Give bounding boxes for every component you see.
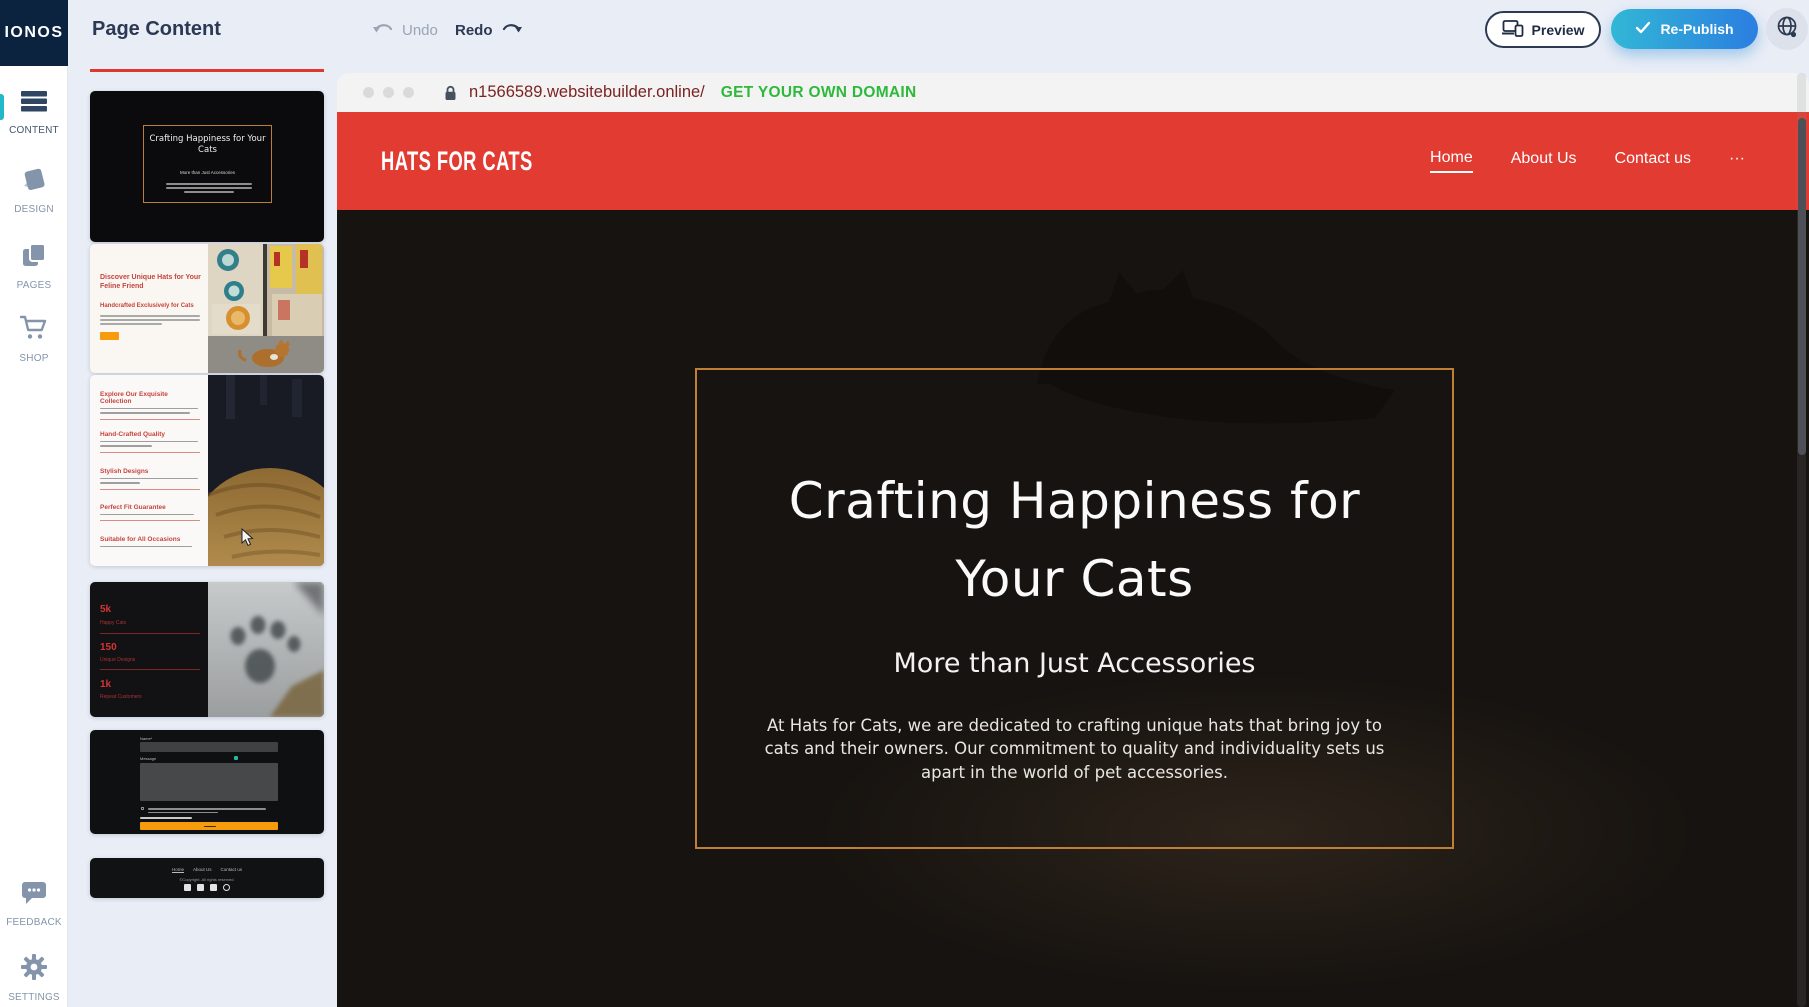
sidebar-item-design[interactable]: DESIGN [0, 165, 68, 215]
app-screen: IONOS CONTENT DESIGN PAGES SHOP [0, 0, 1809, 1007]
thumb-form-checkbox [141, 807, 144, 810]
website-preview: HATS FOR CATS Home About Us Contact us ·… [337, 112, 1809, 1007]
thumb-form-message-label: Message [140, 756, 156, 761]
section-thumbnail-stats[interactable]: 5k Happy Cats 150 Unique Designs 1k Repe… [90, 582, 324, 717]
scrollbar-thumb[interactable] [1798, 118, 1806, 455]
thumb-footer-copyright: ©Copyright. All rights reserved. [90, 877, 324, 882]
thumb-features-heading: Discover Unique Hats for Your Feline Fri… [100, 274, 202, 291]
undo-label: Undo [402, 22, 438, 39]
undo-button[interactable]: Undo [372, 0, 438, 60]
app-sidebar: IONOS CONTENT DESIGN PAGES SHOP [0, 0, 68, 1007]
thumb-footer-link: About Us [193, 867, 212, 872]
sidebar-item-label: CONTENT [9, 125, 59, 136]
sidebar-item-pages[interactable]: PAGES [0, 241, 68, 291]
site-brand[interactable]: HATS FOR CATS [381, 145, 533, 176]
ionos-logo[interactable]: IONOS [0, 0, 68, 66]
sidebar-item-feedback[interactable]: FEEDBACK [0, 878, 68, 928]
get-domain-link[interactable]: GET YOUR OWN DOMAIN [721, 84, 917, 102]
republish-label: Re-Publish [1660, 21, 1733, 37]
lock-icon [444, 85, 457, 101]
thumb-hero-title: Crafting Happiness for Your Cats [144, 134, 271, 156]
thumb-footer-link: Contact us [221, 867, 243, 872]
undo-icon [372, 20, 394, 41]
sidebar-item-settings[interactable]: SETTINGS [0, 953, 68, 1003]
gear-icon [20, 953, 48, 986]
panel-tab-indicator [90, 69, 324, 72]
thumb-list-heading: Perfect Fit Guarantee [100, 504, 200, 511]
thumb-features-button [100, 332, 119, 340]
globe-icon [1775, 15, 1799, 44]
hero-subtitle: More than Just Accessories [697, 648, 1452, 679]
section-thumbnail-hero[interactable]: Crafting Happiness for Your Cats More th… [90, 91, 324, 242]
thumb-form-send-button [140, 822, 278, 830]
stat-label: Happy Cats [100, 620, 126, 626]
section-thumbnail-footer[interactable]: Home About Us Contact us ©Copyright. All… [90, 858, 324, 898]
sidebar-item-content[interactable]: CONTENT [0, 88, 68, 136]
section-thumbnail-features[interactable]: Discover Unique Hats for Your Feline Fri… [90, 244, 324, 373]
paw-print-photo [208, 582, 324, 717]
site-header: HATS FOR CATS Home About Us Contact us ·… [337, 112, 1809, 210]
hero-editable-section[interactable]: Crafting Happiness for Your Cats More th… [695, 368, 1454, 849]
sidebar-item-label: PAGES [17, 280, 52, 291]
sidebar-item-shop[interactable]: SHOP [0, 314, 68, 364]
thumb-list-heading: Hand-Crafted Quality [100, 431, 200, 438]
thumb-features-subheading: Handcrafted Exclusively for Cats [100, 303, 202, 309]
browser-chrome-bar: n1566589.websitebuilder.online/ GET YOUR… [337, 73, 1809, 112]
site-nav: Home About Us Contact us ··· [1430, 149, 1745, 173]
thumb-list-heading: Explore Our Exquisite Collection [100, 391, 200, 405]
section-thumbnail-form[interactable]: Name* Message [90, 730, 324, 834]
preview-devices-icon [1502, 19, 1524, 40]
preview-label: Preview [1532, 22, 1585, 38]
stat-value: 150 [100, 642, 117, 653]
thumb-form-name-input [140, 742, 278, 752]
thumb-form-emoji-icon [234, 756, 238, 760]
pages-icon [20, 241, 48, 274]
page-title: Page Content [92, 18, 221, 41]
stat-value: 5k [100, 604, 111, 615]
thumb-hero-subtitle: More than Just Accessories [144, 170, 271, 175]
sidebar-item-label: DESIGN [14, 204, 54, 215]
thumb-form-message-textarea [140, 763, 278, 801]
republish-button[interactable]: Re-Publish [1611, 9, 1758, 49]
globe-button[interactable] [1766, 8, 1808, 50]
thumb-list-heading: Stylish Designs [100, 468, 200, 475]
thumb-footer-link: Home [172, 867, 184, 872]
thumb-form-name-label: Name* [140, 736, 152, 741]
preview-button[interactable]: Preview [1485, 11, 1601, 48]
content-icon [21, 88, 47, 119]
design-icon [20, 165, 48, 198]
hero-body-text: At Hats for Cats, we are dedicated to cr… [755, 714, 1395, 784]
cart-icon [19, 314, 49, 347]
stat-value: 1k [100, 679, 111, 690]
mouse-cursor [241, 528, 255, 552]
redo-button[interactable]: Redo [455, 0, 523, 60]
feedback-icon [20, 878, 48, 911]
street-stall-photo [208, 244, 324, 373]
thumb-list-heading: Suitable for All Occasions [100, 536, 200, 543]
nav-contact-us[interactable]: Contact us [1615, 150, 1691, 172]
nav-more-ellipsis[interactable]: ··· [1729, 150, 1745, 172]
stat-label: Unique Designs [100, 657, 135, 663]
sidebar-item-label: FEEDBACK [6, 917, 62, 928]
thumb-hero-frame: Crafting Happiness for Your Cats More th… [143, 125, 272, 203]
thumb-footer-social-icons [90, 884, 324, 891]
tabby-cat-photo [208, 375, 324, 566]
section-thumbnail-collection[interactable]: Explore Our Exquisite Collection Hand-Cr… [90, 375, 324, 566]
redo-label: Redo [455, 22, 493, 39]
hero-title: Crafting Happiness for Your Cats [730, 462, 1420, 618]
browser-window-dots [363, 87, 414, 98]
sidebar-item-label: SHOP [19, 353, 48, 364]
check-icon [1635, 21, 1651, 37]
redo-icon [501, 20, 523, 41]
stat-label: Repeat Customers [100, 694, 142, 700]
sidebar-item-label: SETTINGS [8, 992, 60, 1003]
site-url: n1566589.websitebuilder.online/ [469, 83, 705, 102]
nav-home[interactable]: Home [1430, 149, 1473, 173]
nav-about-us[interactable]: About Us [1511, 150, 1577, 172]
